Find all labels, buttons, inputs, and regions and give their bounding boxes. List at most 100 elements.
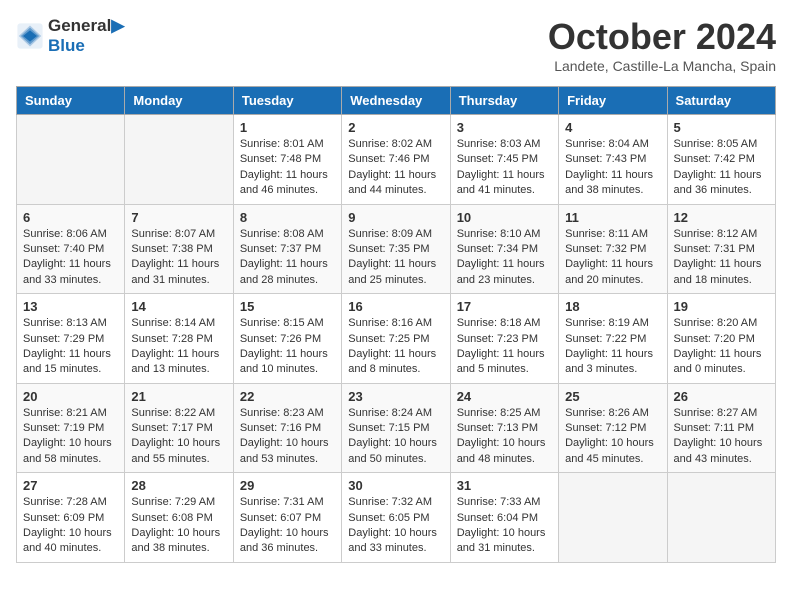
calendar-cell: 28 Sunrise: 7:29 AM Sunset: 6:08 PM Dayli… bbox=[125, 473, 233, 563]
day-info: Sunrise: 8:19 AM Sunset: 7:22 PM Dayligh… bbox=[565, 316, 660, 378]
day-info: Sunrise: 8:23 AM Sunset: 7:16 PM Dayligh… bbox=[240, 406, 335, 468]
day-number: 27 bbox=[23, 478, 118, 493]
calendar-cell: 5 Sunrise: 8:05 AM Sunset: 7:42 PM Daylig… bbox=[667, 115, 775, 205]
day-info: Sunrise: 8:10 AM Sunset: 7:34 PM Dayligh… bbox=[457, 227, 552, 289]
day-number: 22 bbox=[240, 389, 335, 404]
column-header-thursday: Thursday bbox=[450, 87, 558, 115]
day-info: Sunrise: 7:33 AM Sunset: 6:04 PM Dayligh… bbox=[457, 495, 552, 557]
day-info: Sunrise: 8:06 AM Sunset: 7:40 PM Dayligh… bbox=[23, 227, 118, 289]
day-number: 10 bbox=[457, 210, 552, 225]
calendar-cell: 22 Sunrise: 8:23 AM Sunset: 7:16 PM Dayli… bbox=[233, 383, 341, 473]
day-number: 23 bbox=[348, 389, 443, 404]
calendar-cell: 2Sunrise: 8:02 AM Sunset: 7:46 PM Daylig… bbox=[342, 115, 450, 205]
calendar-cell bbox=[17, 115, 125, 205]
calendar-cell bbox=[559, 473, 667, 563]
title-section: October 2024 Landete, Castille-La Mancha… bbox=[548, 16, 776, 74]
calendar-cell: 15 Sunrise: 8:15 AM Sunset: 7:26 PM Dayli… bbox=[233, 294, 341, 384]
calendar-cell: 24 Sunrise: 8:25 AM Sunset: 7:13 PM Dayli… bbox=[450, 383, 558, 473]
day-number: 12 bbox=[674, 210, 769, 225]
day-info: Sunrise: 8:22 AM Sunset: 7:17 PM Dayligh… bbox=[131, 406, 226, 468]
column-header-sunday: Sunday bbox=[17, 87, 125, 115]
day-number: 26 bbox=[674, 389, 769, 404]
calendar-cell: 16 Sunrise: 8:16 AM Sunset: 7:25 PM Dayli… bbox=[342, 294, 450, 384]
day-number: 5 bbox=[674, 120, 769, 135]
day-info: Sunrise: 7:29 AM Sunset: 6:08 PM Dayligh… bbox=[131, 495, 226, 557]
calendar-cell: 27 Sunrise: 7:28 AM Sunset: 6:09 PM Dayli… bbox=[17, 473, 125, 563]
calendar-cell: 18 Sunrise: 8:19 AM Sunset: 7:22 PM Dayli… bbox=[559, 294, 667, 384]
day-info: Sunrise: 8:14 AM Sunset: 7:28 PM Dayligh… bbox=[131, 316, 226, 378]
day-info: Sunrise: 8:02 AM Sunset: 7:46 PM Dayligh… bbox=[348, 137, 443, 199]
day-info: Sunrise: 8:07 AM Sunset: 7:38 PM Dayligh… bbox=[131, 227, 226, 289]
calendar-cell: 3 Sunrise: 8:03 AM Sunset: 7:45 PM Daylig… bbox=[450, 115, 558, 205]
calendar-cell: 4Sunrise: 8:04 AM Sunset: 7:43 PM Daylig… bbox=[559, 115, 667, 205]
column-header-tuesday: Tuesday bbox=[233, 87, 341, 115]
calendar-cell: 21Sunrise: 8:22 AM Sunset: 7:17 PM Dayli… bbox=[125, 383, 233, 473]
day-number: 20 bbox=[23, 389, 118, 404]
day-info: Sunrise: 8:26 AM Sunset: 7:12 PM Dayligh… bbox=[565, 406, 660, 468]
column-header-monday: Monday bbox=[125, 87, 233, 115]
day-number: 19 bbox=[674, 299, 769, 314]
day-info: Sunrise: 8:04 AM Sunset: 7:43 PM Dayligh… bbox=[565, 137, 660, 199]
day-info: Sunrise: 8:18 AM Sunset: 7:23 PM Dayligh… bbox=[457, 316, 552, 378]
calendar-cell: 13 Sunrise: 8:13 AM Sunset: 7:29 PM Dayli… bbox=[17, 294, 125, 384]
day-number: 3 bbox=[457, 120, 552, 135]
calendar-cell: 7Sunrise: 8:07 AM Sunset: 7:38 PM Daylig… bbox=[125, 204, 233, 294]
day-number: 31 bbox=[457, 478, 552, 493]
calendar-table: SundayMondayTuesdayWednesdayThursdayFrid… bbox=[16, 86, 776, 563]
calendar-cell: 23 Sunrise: 8:24 AM Sunset: 7:15 PM Dayli… bbox=[342, 383, 450, 473]
calendar-header-row: SundayMondayTuesdayWednesdayThursdayFrid… bbox=[17, 87, 776, 115]
page-header: General▶ Blue October 2024 Landete, Cast… bbox=[16, 16, 776, 74]
day-number: 17 bbox=[457, 299, 552, 314]
day-info: Sunrise: 8:27 AM Sunset: 7:11 PM Dayligh… bbox=[674, 406, 769, 468]
day-info: Sunrise: 8:24 AM Sunset: 7:15 PM Dayligh… bbox=[348, 406, 443, 468]
day-number: 14 bbox=[131, 299, 226, 314]
day-number: 13 bbox=[23, 299, 118, 314]
calendar-cell: 30 Sunrise: 7:32 AM Sunset: 6:05 PM Dayli… bbox=[342, 473, 450, 563]
calendar-cell: 26 Sunrise: 8:27 AM Sunset: 7:11 PM Dayli… bbox=[667, 383, 775, 473]
calendar-cell: 1Sunrise: 8:01 AM Sunset: 7:48 PM Daylig… bbox=[233, 115, 341, 205]
calendar-week-row: 20Sunrise: 8:21 AM Sunset: 7:19 PM Dayli… bbox=[17, 383, 776, 473]
day-info: Sunrise: 7:31 AM Sunset: 6:07 PM Dayligh… bbox=[240, 495, 335, 557]
day-info: Sunrise: 8:15 AM Sunset: 7:26 PM Dayligh… bbox=[240, 316, 335, 378]
day-info: Sunrise: 8:09 AM Sunset: 7:35 PM Dayligh… bbox=[348, 227, 443, 289]
day-number: 9 bbox=[348, 210, 443, 225]
logo-text: General▶ Blue bbox=[48, 16, 124, 56]
day-number: 30 bbox=[348, 478, 443, 493]
calendar-week-row: 13 Sunrise: 8:13 AM Sunset: 7:29 PM Dayli… bbox=[17, 294, 776, 384]
calendar-cell: 12Sunrise: 8:12 AM Sunset: 7:31 PM Dayli… bbox=[667, 204, 775, 294]
day-number: 25 bbox=[565, 389, 660, 404]
day-number: 16 bbox=[348, 299, 443, 314]
day-info: Sunrise: 8:05 AM Sunset: 7:42 PM Dayligh… bbox=[674, 137, 769, 199]
day-info: Sunrise: 8:25 AM Sunset: 7:13 PM Dayligh… bbox=[457, 406, 552, 468]
calendar-cell: 14 Sunrise: 8:14 AM Sunset: 7:28 PM Dayli… bbox=[125, 294, 233, 384]
day-info: Sunrise: 8:16 AM Sunset: 7:25 PM Dayligh… bbox=[348, 316, 443, 378]
day-info: Sunrise: 8:13 AM Sunset: 7:29 PM Dayligh… bbox=[23, 316, 118, 378]
column-header-wednesday: Wednesday bbox=[342, 87, 450, 115]
calendar-cell: 8 Sunrise: 8:08 AM Sunset: 7:37 PM Daylig… bbox=[233, 204, 341, 294]
month-title: October 2024 bbox=[548, 16, 776, 58]
calendar-cell: 31 Sunrise: 7:33 AM Sunset: 6:04 PM Dayli… bbox=[450, 473, 558, 563]
calendar-cell: 20Sunrise: 8:21 AM Sunset: 7:19 PM Dayli… bbox=[17, 383, 125, 473]
day-number: 18 bbox=[565, 299, 660, 314]
calendar-cell bbox=[667, 473, 775, 563]
day-info: Sunrise: 8:08 AM Sunset: 7:37 PM Dayligh… bbox=[240, 227, 335, 289]
day-number: 24 bbox=[457, 389, 552, 404]
calendar-cell: 9 Sunrise: 8:09 AM Sunset: 7:35 PM Daylig… bbox=[342, 204, 450, 294]
day-number: 1 bbox=[240, 120, 335, 135]
logo: General▶ Blue bbox=[16, 16, 124, 56]
calendar-cell: 11 Sunrise: 8:11 AM Sunset: 7:32 PM Dayli… bbox=[559, 204, 667, 294]
day-info: Sunrise: 7:32 AM Sunset: 6:05 PM Dayligh… bbox=[348, 495, 443, 557]
day-info: Sunrise: 8:20 AM Sunset: 7:20 PM Dayligh… bbox=[674, 316, 769, 378]
day-info: Sunrise: 7:28 AM Sunset: 6:09 PM Dayligh… bbox=[23, 495, 118, 557]
day-number: 11 bbox=[565, 210, 660, 225]
day-number: 8 bbox=[240, 210, 335, 225]
calendar-week-row: 1Sunrise: 8:01 AM Sunset: 7:48 PM Daylig… bbox=[17, 115, 776, 205]
day-info: Sunrise: 8:11 AM Sunset: 7:32 PM Dayligh… bbox=[565, 227, 660, 289]
calendar-cell: 6Sunrise: 8:06 AM Sunset: 7:40 PM Daylig… bbox=[17, 204, 125, 294]
calendar-week-row: 27 Sunrise: 7:28 AM Sunset: 6:09 PM Dayli… bbox=[17, 473, 776, 563]
day-number: 28 bbox=[131, 478, 226, 493]
location-title: Landete, Castille-La Mancha, Spain bbox=[548, 58, 776, 74]
day-number: 15 bbox=[240, 299, 335, 314]
day-number: 29 bbox=[240, 478, 335, 493]
day-info: Sunrise: 8:03 AM Sunset: 7:45 PM Dayligh… bbox=[457, 137, 552, 199]
